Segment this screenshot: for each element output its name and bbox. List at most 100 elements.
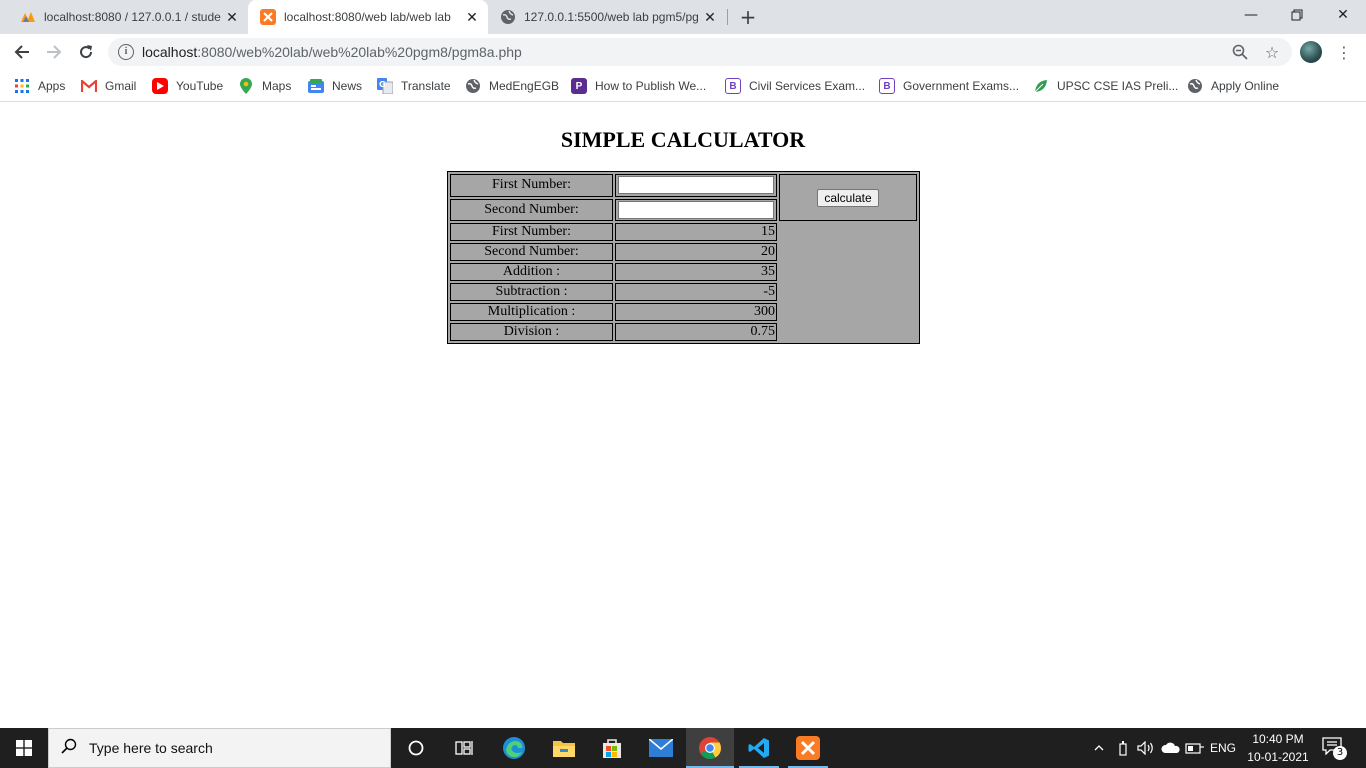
- second-number-label: Second Number:: [450, 198, 613, 221]
- gmail-icon: [81, 78, 97, 94]
- result-label: Second Number:: [450, 243, 613, 261]
- url-text[interactable]: localhost:8080/web%20lab/web%20lab%20pgm…: [142, 44, 522, 60]
- site-info-icon[interactable]: i: [118, 44, 134, 60]
- windows-logo-icon: [16, 740, 32, 756]
- close-icon[interactable]: ✕: [462, 7, 482, 27]
- result-value: 15: [615, 223, 777, 241]
- empty-cell: [779, 223, 917, 341]
- restore-button[interactable]: [1274, 0, 1320, 30]
- bookmark-label: UPSC CSE IAS Preli...: [1057, 79, 1179, 93]
- cortana-icon[interactable]: [392, 728, 440, 768]
- tab-live-server[interactable]: 127.0.0.1:5500/web lab pgm5/pg ✕: [488, 0, 726, 34]
- result-value: 20: [615, 243, 777, 261]
- new-tab-button[interactable]: +: [736, 5, 760, 29]
- xampp-taskbar-icon[interactable]: [784, 728, 832, 768]
- browser-menu-icon[interactable]: ⋮: [1334, 42, 1354, 62]
- onedrive-icon[interactable]: [1160, 728, 1182, 768]
- tab-pgm8a[interactable]: localhost:8080/web lab/web lab ✕: [248, 0, 488, 34]
- tab-strip: localhost:8080 / 127.0.0.1 / stude ✕ loc…: [0, 0, 1366, 34]
- microsoft-store-icon[interactable]: [588, 728, 636, 768]
- action-center-button[interactable]: 3: [1322, 737, 1347, 760]
- result-value: -5: [615, 283, 777, 301]
- first-number-label: First Number:: [450, 174, 613, 197]
- close-icon[interactable]: ✕: [700, 7, 720, 27]
- tab-title: localhost:8080/web lab/web lab: [284, 10, 451, 24]
- mail-icon[interactable]: [637, 728, 685, 768]
- vscode-icon[interactable]: [735, 728, 783, 768]
- address-bar[interactable]: i localhost:8080/web%20lab/web%20lab%20p…: [108, 38, 1292, 66]
- url-path: :8080/web%20lab/web%20lab%20pgm8/pgm8a.p…: [197, 44, 522, 60]
- tab-separator: [727, 9, 728, 25]
- result-label: Addition :: [450, 263, 613, 281]
- second-number-cell: [615, 198, 777, 221]
- result-value: 35: [615, 263, 777, 281]
- bookmark-medengegb[interactable]: MedEngEGB: [465, 76, 559, 96]
- bookmark-apps[interactable]: Apps: [14, 76, 65, 96]
- table-row: First Number: calculate: [450, 174, 917, 221]
- tray-chevron-icon[interactable]: [1090, 728, 1108, 768]
- page-title: SIMPLE CALCULATOR: [560, 127, 806, 152]
- globe-icon: [1187, 78, 1203, 94]
- bookmark-apply-online[interactable]: Apply Online: [1187, 76, 1279, 96]
- task-view-icon[interactable]: [440, 728, 488, 768]
- chrome-taskbar-icon[interactable]: [686, 728, 734, 768]
- zoom-icon[interactable]: [1230, 42, 1250, 62]
- reload-button[interactable]: [72, 38, 100, 66]
- search-placeholder: Type here to search: [89, 740, 213, 756]
- language-indicator[interactable]: ENG: [1208, 728, 1238, 768]
- clock-date: 10-01-2021: [1247, 750, 1309, 764]
- forward-button[interactable]: [40, 38, 68, 66]
- calculate-button[interactable]: calculate: [817, 188, 879, 207]
- system-clock[interactable]: 10:40 PM 10-01-2021: [1240, 730, 1316, 766]
- second-number-input[interactable]: [618, 200, 774, 219]
- edge-icon[interactable]: [490, 728, 538, 768]
- leaf-icon: [1033, 78, 1049, 94]
- file-explorer-icon[interactable]: [540, 728, 588, 768]
- first-number-cell: [615, 174, 777, 197]
- bookmark-civil-services[interactable]: B Civil Services Exam...: [725, 76, 865, 96]
- minimize-button[interactable]: —: [1228, 0, 1274, 30]
- svg-text:G: G: [379, 80, 386, 89]
- bookmark-star-icon[interactable]: ☆: [1262, 42, 1282, 62]
- bookmark-label: Civil Services Exam...: [749, 79, 866, 93]
- bookmarks-bar: Apps Gmail YouTube Maps News G Translate: [0, 70, 1366, 102]
- bookmark-label: Translate: [401, 79, 451, 93]
- result-label: Division :: [450, 323, 613, 341]
- clock-time: 10:40 PM: [1252, 732, 1304, 746]
- start-button[interactable]: [0, 728, 48, 768]
- news-icon: [308, 78, 324, 94]
- volume-icon[interactable]: [1136, 728, 1156, 768]
- bookmark-label: YouTube: [176, 79, 224, 93]
- restore-icon: [1291, 9, 1303, 21]
- bookmark-label: MedEngEGB: [489, 79, 560, 93]
- pen-device-icon[interactable]: [1114, 728, 1132, 768]
- browser-toolbar: i localhost:8080/web%20lab/web%20lab%20p…: [0, 34, 1366, 70]
- bookmark-upsc[interactable]: UPSC CSE IAS Preli...: [1033, 76, 1178, 96]
- bookmark-how-to-publish[interactable]: P How to Publish We...: [571, 76, 706, 96]
- p-icon: P: [571, 78, 587, 94]
- xampp-icon: [260, 9, 276, 25]
- result-label: First Number:: [450, 223, 613, 241]
- globe-icon: [465, 78, 481, 94]
- back-button[interactable]: [8, 38, 36, 66]
- calculator-table: First Number: calculate Second Number: F…: [447, 171, 920, 344]
- taskbar-search-box[interactable]: Type here to search: [48, 728, 391, 768]
- bookmark-label: Apply Online: [1211, 79, 1280, 93]
- forward-arrow-icon: [47, 45, 62, 59]
- bookmark-youtube[interactable]: YouTube: [152, 76, 223, 96]
- bookmark-gmail[interactable]: Gmail: [81, 76, 136, 96]
- network-icon[interactable]: [1184, 728, 1206, 768]
- bookmark-translate[interactable]: G Translate: [377, 76, 451, 96]
- bookmark-maps[interactable]: Maps: [238, 76, 291, 96]
- first-number-input[interactable]: [618, 176, 774, 194]
- bookmark-news[interactable]: News: [308, 76, 362, 96]
- bookmark-label: Maps: [262, 79, 292, 93]
- bookmark-government-exams[interactable]: B Government Exams...: [879, 76, 1019, 96]
- result-label: Multiplication :: [450, 303, 613, 321]
- globe-icon: [500, 9, 516, 25]
- tab-phpmyadmin[interactable]: localhost:8080 / 127.0.0.1 / stude ✕: [8, 0, 248, 34]
- result-label: Subtraction :: [450, 283, 613, 301]
- profile-avatar[interactable]: [1300, 41, 1322, 63]
- close-icon[interactable]: ✕: [222, 7, 242, 27]
- close-window-button[interactable]: ✕: [1320, 0, 1366, 30]
